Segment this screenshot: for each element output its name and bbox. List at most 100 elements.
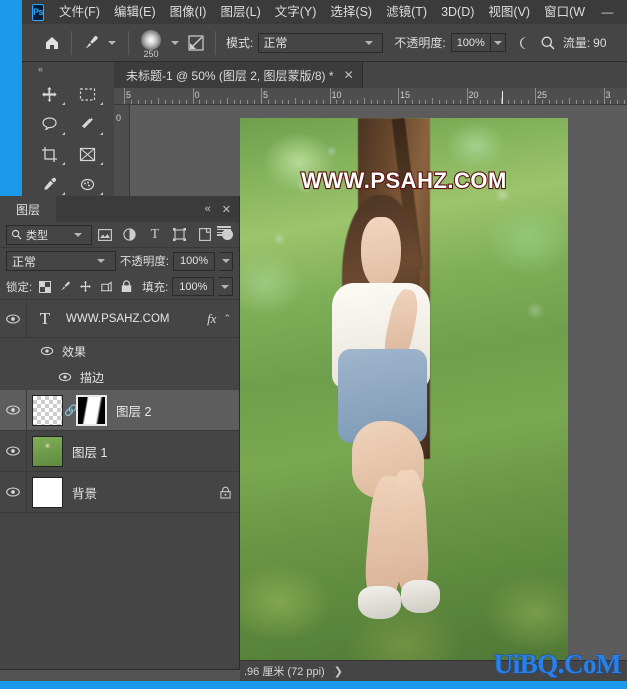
ruler-minor-tick <box>391 100 393 104</box>
menu-item-type[interactable]: 文字(Y) <box>268 1 324 23</box>
layer-mask-thumbnail[interactable] <box>76 394 107 426</box>
menu-item-select[interactable]: 选择(S) <box>323 1 379 23</box>
home-icon[interactable] <box>40 31 64 55</box>
ruler-minor-tick <box>363 98 365 104</box>
table-row[interactable]: 背景 <box>0 472 239 513</box>
table-row[interactable]: 图层 1 <box>0 431 239 472</box>
layer-thumbnail[interactable] <box>32 476 63 508</box>
divider <box>128 30 129 55</box>
document-tab-bar: 未标题-1 @ 50% (图层 2, 图层蒙版/8) * ✕ <box>114 62 627 88</box>
chevron-up-icon[interactable]: ⌃ <box>223 313 231 324</box>
layer-effect-row[interactable]: 描边 <box>0 364 239 390</box>
spot-healing-brush-tool[interactable] <box>68 169 106 199</box>
layer-filter-kind-select[interactable]: 类型 <box>6 224 92 245</box>
ruler-minor-tick <box>596 100 598 104</box>
opacity-label: 不透明度: <box>394 36 446 50</box>
ruler-major-tick <box>603 88 605 104</box>
search-icon[interactable] <box>536 31 560 55</box>
table-row[interactable]: T WWW.PSAHZ.COM fx ⌃ <box>0 300 239 338</box>
layer-thumbnail[interactable] <box>32 435 63 467</box>
flow-value[interactable]: 90 <box>593 36 606 50</box>
status-expand-arrow-icon[interactable]: ❯ <box>334 665 343 678</box>
adjustment-filter-icon[interactable] <box>119 225 142 245</box>
artboard[interactable]: WWW.PSAHZ.COM <box>240 118 568 668</box>
ruler-minor-tick <box>507 100 509 104</box>
tab-layers[interactable]: 图层 <box>0 196 57 222</box>
layer-visibility-toggle[interactable] <box>0 390 27 430</box>
magic-wand-tool[interactable] <box>68 109 106 139</box>
menu-item-window[interactable]: 窗口(W <box>537 1 592 23</box>
lock-artboard-nesting-icon[interactable] <box>98 278 115 296</box>
menu-item-image[interactable]: 图像(I) <box>163 1 214 23</box>
rectangular-marquee-tool[interactable] <box>68 79 106 109</box>
layer-name: 图层 1 <box>72 445 108 460</box>
type-filter-icon[interactable]: T <box>143 225 166 245</box>
layer-visibility-toggle[interactable] <box>0 472 27 512</box>
lock-transparent-pixels-icon[interactable] <box>36 278 53 296</box>
blend-mode-select[interactable]: 正常 <box>258 32 384 53</box>
horizontal-ruler[interactable]: 5 0 5 10 15 20 25 3 <box>114 88 627 105</box>
layer-effect-label: 描边 <box>80 370 105 385</box>
layer-blend-mode-select[interactable]: 正常 <box>6 251 116 271</box>
menu-item-filter[interactable]: 滤镜(T) <box>379 1 434 23</box>
layer-thumbnail[interactable] <box>32 394 63 426</box>
ruler-minor-tick <box>254 100 256 104</box>
brush-preset-chevron-down-icon[interactable] <box>108 40 116 45</box>
eyedropper-tool[interactable] <box>30 169 68 199</box>
opacity-input[interactable]: 100% <box>450 33 491 52</box>
brush-icon[interactable] <box>79 31 103 55</box>
smart-object-filter-icon[interactable] <box>193 225 216 245</box>
crop-tool[interactable] <box>30 139 68 169</box>
menu-item-edit[interactable]: 编辑(E) <box>107 1 163 23</box>
lock-all-icon[interactable] <box>119 278 136 296</box>
layer-fill-chevron-down-icon[interactable] <box>218 277 234 296</box>
minimize-button[interactable]: — <box>592 0 623 24</box>
flow-label: 流量: <box>562 36 591 50</box>
maximize-button[interactable]: ▢ <box>623 0 627 24</box>
tools-collapse-icon[interactable]: « <box>22 62 114 76</box>
pixel-filter-icon[interactable] <box>94 225 117 245</box>
layer-effects-fx-icon[interactable]: fx <box>207 311 216 327</box>
opacity-stepper-chevron-down-icon[interactable] <box>490 33 506 52</box>
ruler-minor-tick <box>213 100 215 104</box>
layer-visibility-toggle[interactable] <box>0 300 27 337</box>
menu-item-file[interactable]: 文件(F) <box>52 1 107 23</box>
lock-image-pixels-icon[interactable] <box>57 278 74 296</box>
lock-position-icon[interactable] <box>77 278 94 296</box>
menu-item-3d[interactable]: 3D(D) <box>434 1 481 23</box>
panel-menu-icon[interactable] <box>217 226 231 236</box>
brush-settings-chevron-down-icon[interactable] <box>171 40 179 45</box>
link-icon[interactable]: 🔗 <box>64 404 78 417</box>
frame-tool[interactable] <box>68 139 106 169</box>
close-icon[interactable]: ✕ <box>222 203 231 216</box>
lasso-tool[interactable] <box>30 109 68 139</box>
menu-item-layer[interactable]: 图层(L) <box>213 1 267 23</box>
ruler-minor-tick <box>404 100 406 104</box>
ruler-major-tick <box>329 88 331 104</box>
ruler-minor-tick <box>336 100 338 104</box>
brush-size-preview[interactable]: 250 <box>136 28 166 59</box>
layer-fill-input[interactable]: 100% <box>172 277 215 296</box>
close-icon[interactable]: ✕ <box>344 68 354 82</box>
shape-filter-icon[interactable] <box>168 225 191 245</box>
ruler-tick-label: 25 <box>537 90 548 100</box>
menu-item-view[interactable]: 视图(V) <box>481 1 537 23</box>
chevron-down-icon <box>96 259 105 263</box>
window-controls: — ▢ ✕ <box>592 0 627 24</box>
document-tab[interactable]: 未标题-1 @ 50% (图层 2, 图层蒙版/8) * ✕ <box>114 62 363 88</box>
layer-visibility-toggle[interactable] <box>0 431 27 471</box>
collapse-icon[interactable]: « <box>205 203 211 215</box>
layer-blend-mode-value: 正常 <box>12 254 37 269</box>
move-tool[interactable] <box>30 79 68 109</box>
brush-size-value: 250 <box>143 48 159 59</box>
ruler-minor-tick <box>171 100 173 104</box>
layer-effect-group-row[interactable]: 效果 <box>0 338 239 364</box>
table-row[interactable]: 🔗 图层 2 <box>0 390 239 431</box>
layer-opacity-chevron-down-icon[interactable] <box>219 251 233 271</box>
ruler-minor-tick <box>521 100 523 104</box>
pressure-opacity-icon[interactable] <box>512 31 536 55</box>
ruler-major-tick <box>124 88 125 104</box>
ruler-tick-label: 3 <box>605 90 611 100</box>
airbrush-icon[interactable] <box>184 31 208 55</box>
layer-opacity-input[interactable]: 100% <box>173 251 216 271</box>
